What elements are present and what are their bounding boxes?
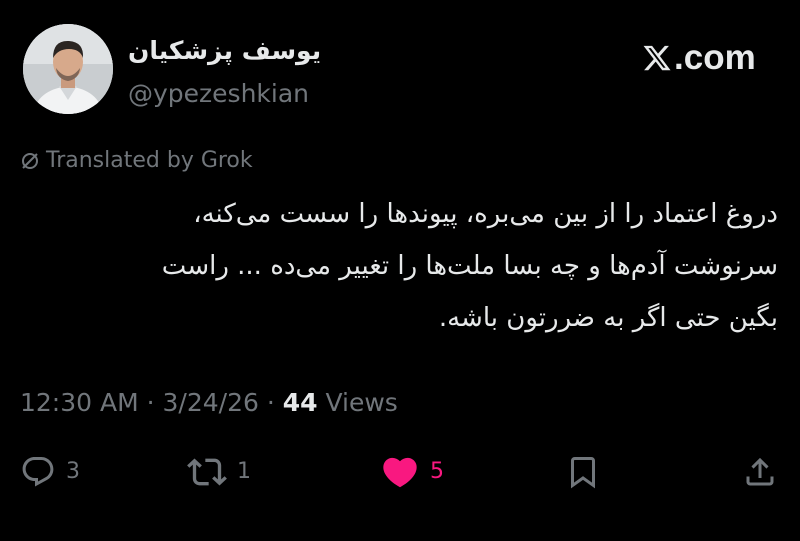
bookmark-button[interactable] <box>565 450 601 494</box>
action-bar: 3 1 5 <box>0 450 800 494</box>
reply-button[interactable]: 3 <box>20 450 80 494</box>
x-com-logo: .com <box>642 38 756 78</box>
tweet-time[interactable]: 12:30 AM <box>20 388 139 417</box>
reply-count: 3 <box>66 459 80 484</box>
heart-icon <box>383 457 417 488</box>
views-count: 44 <box>282 388 318 417</box>
views-label: Views <box>317 388 398 417</box>
logo-text: .com <box>674 38 756 77</box>
retweet-count: 1 <box>237 459 251 484</box>
share-button[interactable] <box>742 450 778 494</box>
translation-notice[interactable]: Translated by Grok <box>20 146 253 176</box>
reply-icon <box>22 457 54 487</box>
user-handle[interactable]: @ypezeshkian <box>128 79 309 109</box>
tweet-date[interactable]: 3/24/26 <box>163 388 259 417</box>
retweet-button[interactable]: 1 <box>187 450 251 494</box>
like-count: 5 <box>430 459 444 484</box>
translation-label: Translated by Grok <box>46 148 253 173</box>
share-icon <box>746 457 774 486</box>
retweet-icon <box>187 458 227 486</box>
x-logo-icon <box>643 45 671 71</box>
meta-separator: · <box>138 388 163 417</box>
display-name[interactable]: یوسف پزشکیان <box>128 36 321 66</box>
tweet-text: دروغ اعتماد را از بین می‌بره، پیوندها را… <box>161 199 778 333</box>
avatar[interactable] <box>23 24 113 114</box>
like-button[interactable]: 5 <box>380 450 444 494</box>
bookmark-icon <box>571 457 595 489</box>
tweet-meta: 12:30 AM · 3/24/26 · 44 Views <box>20 386 398 420</box>
meta-separator: · <box>258 388 283 417</box>
no-translate-icon <box>22 153 38 169</box>
